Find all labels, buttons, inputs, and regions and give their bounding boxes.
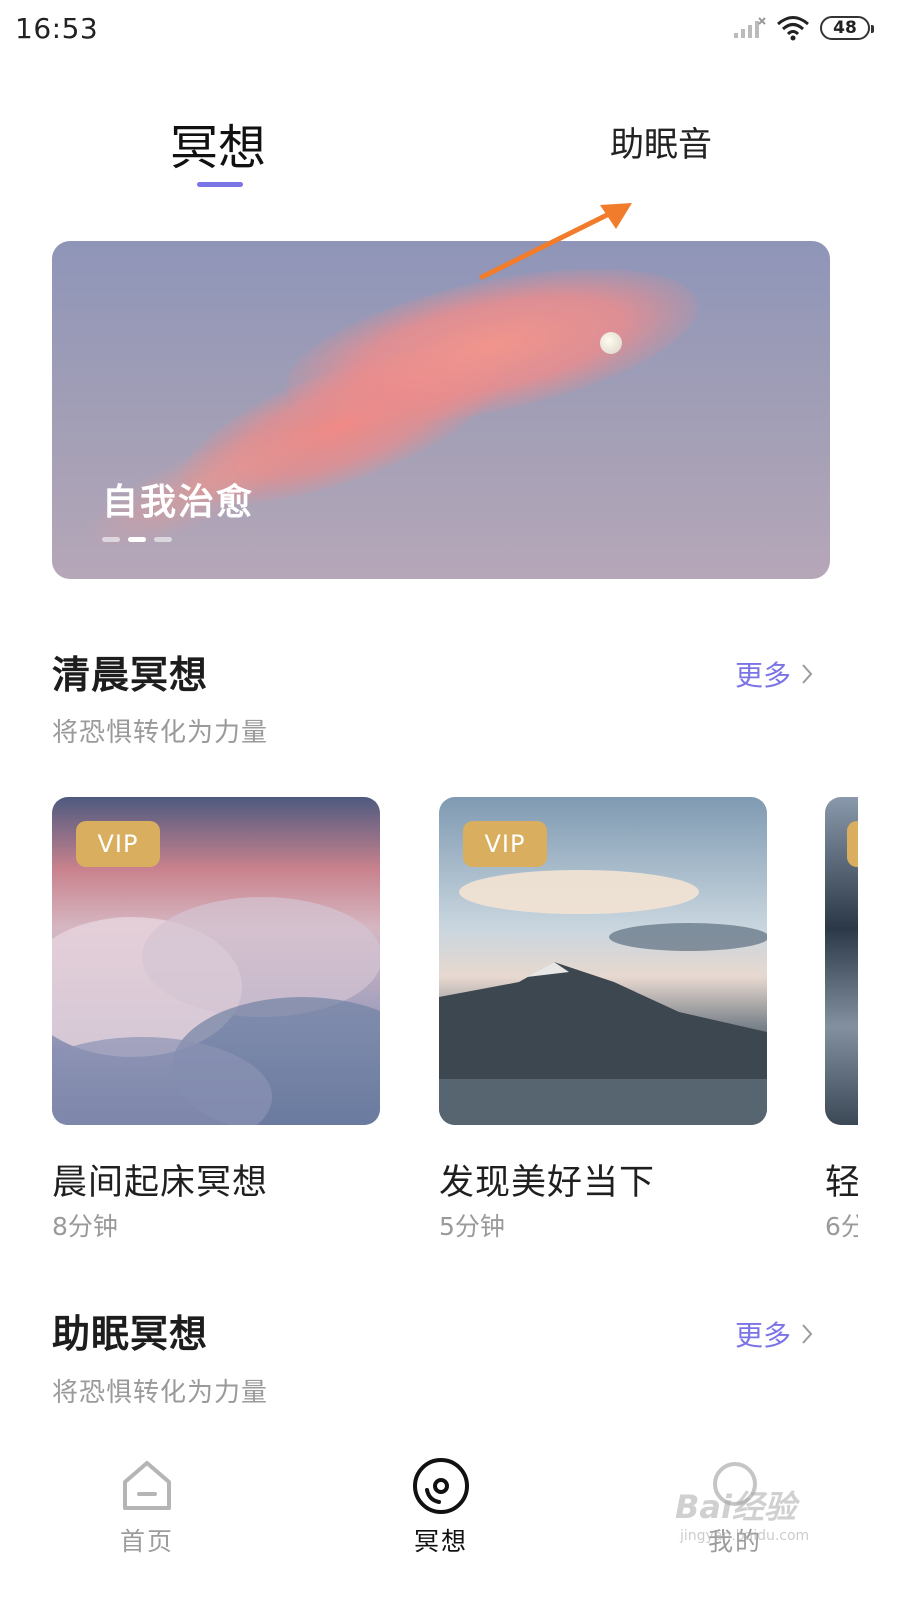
section-subtitle-sleep: 将恐惧转化为力量 <box>52 1378 269 1408</box>
vip-badge: VIP <box>463 821 547 867</box>
battery-indicator: 48 <box>820 16 874 40</box>
watermark-url: jingyan.baidu.com <box>680 1528 810 1544</box>
course-card[interactable] <box>825 797 858 1125</box>
banner-title: 自我治愈 <box>102 482 255 523</box>
chevron-right-icon <box>802 664 813 684</box>
signal-icon <box>734 17 766 38</box>
more-label: 更多 <box>735 1319 792 1352</box>
nav-meditation[interactable]: 冥想 <box>381 1456 501 1558</box>
meditation-icon <box>413 1458 469 1514</box>
tab-active-indicator <box>197 182 243 187</box>
course-card[interactable]: VIP <box>439 797 767 1125</box>
more-label: 更多 <box>735 659 792 692</box>
moon-graphic <box>600 332 622 354</box>
carousel-dot-active[interactable] <box>128 537 146 542</box>
nav-label-meditation: 冥想 <box>413 1527 468 1556</box>
section-title-sleep: 助眠冥想 <box>52 1312 209 1356</box>
carousel-dots <box>102 537 172 542</box>
card-duration: 5分钟 <box>439 1212 505 1241</box>
watermark: Bai经验 <box>675 1488 796 1526</box>
card-title: 轻 <box>825 1163 858 1203</box>
card-duration: 6分 <box>825 1212 858 1241</box>
nav-home[interactable]: 首页 <box>87 1456 207 1558</box>
more-link-sleep[interactable]: 更多 <box>735 1314 813 1354</box>
banner-carousel[interactable]: 自我治愈 <box>52 241 830 579</box>
tab-sleep-sounds[interactable]: 助眠音 <box>610 117 712 166</box>
vip-badge <box>847 821 858 867</box>
card-title: 发现美好当下 <box>439 1163 656 1203</box>
carousel-dot[interactable] <box>154 537 172 542</box>
more-link-morning[interactable]: 更多 <box>735 654 813 694</box>
section-subtitle-morning: 将恐惧转化为力量 <box>52 718 269 748</box>
card-duration: 8分钟 <box>52 1212 118 1241</box>
carousel-dot[interactable] <box>102 537 120 542</box>
card-title: 晨间起床冥想 <box>52 1163 269 1203</box>
nav-label-home: 首页 <box>119 1527 174 1556</box>
home-icon <box>123 1461 171 1510</box>
tab-meditation[interactable]: 冥想 <box>170 108 266 178</box>
status-icons: 48 <box>732 14 874 42</box>
wifi-icon <box>777 16 809 41</box>
course-card[interactable]: VIP <box>52 797 380 1125</box>
section-title-morning: 清晨冥想 <box>52 653 209 697</box>
status-time: 16:53 <box>15 12 99 45</box>
status-bar: 16:53 48 <box>0 0 900 62</box>
vip-badge: VIP <box>76 821 160 867</box>
chevron-right-icon <box>802 1324 813 1344</box>
annotation-arrow-icon <box>479 203 632 280</box>
